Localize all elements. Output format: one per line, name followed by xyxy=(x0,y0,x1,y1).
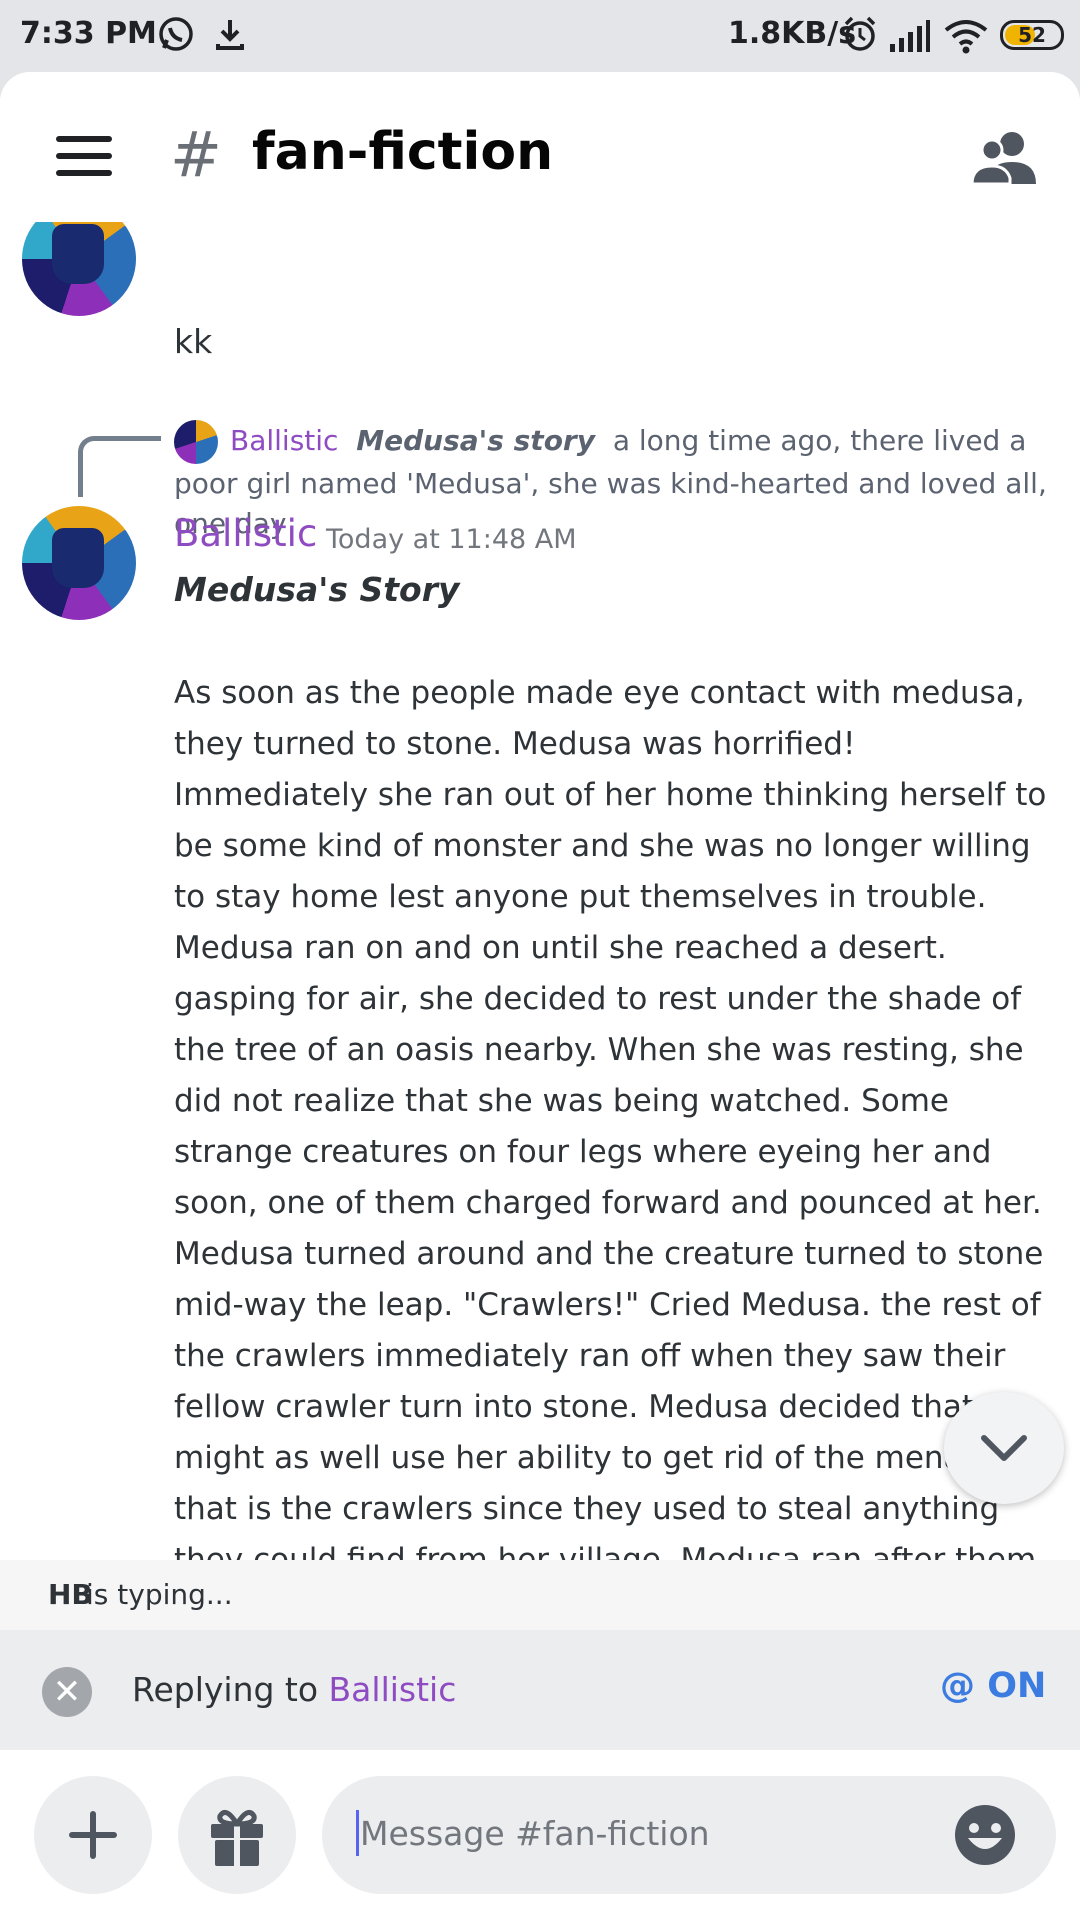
avatar xyxy=(174,420,218,464)
gift-icon xyxy=(211,1809,263,1866)
whatsapp-icon xyxy=(156,14,196,62)
message-author[interactable]: Ballistic xyxy=(174,512,317,555)
signal-icon xyxy=(888,20,930,60)
message-title: Medusa's Story xyxy=(174,570,460,609)
close-icon: ✕ xyxy=(52,1672,82,1712)
mention-state: ON xyxy=(987,1666,1047,1706)
chat-panel: # fan-fiction kk Ballistic Medusa's stor… xyxy=(0,72,1080,1920)
message-list[interactable]: kk Ballistic Medusa's story a long time … xyxy=(0,222,1080,1630)
menu-icon[interactable] xyxy=(56,136,112,176)
chevron-down-icon xyxy=(981,1435,1027,1461)
emoji-button[interactable] xyxy=(952,1802,1018,1872)
avatar[interactable] xyxy=(22,222,136,316)
wifi-icon xyxy=(944,18,988,62)
add-attachment-button[interactable] xyxy=(34,1776,152,1894)
text-caret xyxy=(356,1810,359,1856)
message-text: kk xyxy=(174,322,213,361)
replying-to-label: Replying to Ballistic xyxy=(132,1670,456,1709)
battery-icon: 52 xyxy=(1000,20,1064,50)
channel-title: fan-fiction xyxy=(252,122,554,182)
replying-target: Ballistic xyxy=(328,1670,457,1709)
avatar[interactable] xyxy=(22,506,136,620)
download-icon xyxy=(212,14,248,62)
emoji-icon xyxy=(955,1805,1015,1865)
replying-prefix: Replying to xyxy=(132,1670,329,1709)
channel-hash-icon: # xyxy=(170,118,222,191)
message-input[interactable]: Message #fan-fiction xyxy=(322,1776,1056,1894)
message-body: As soon as the people made eye contact w… xyxy=(174,675,1047,1629)
at-icon: @ xyxy=(940,1666,975,1706)
message-composer: Message #fan-fiction xyxy=(0,1750,1080,1920)
members-icon[interactable] xyxy=(970,130,1038,190)
message-timestamp: Today at 11:48 AM xyxy=(326,524,577,555)
reply-connector xyxy=(78,436,161,497)
reply-author: Ballistic xyxy=(230,424,339,457)
typing-text: is typing... xyxy=(86,1578,233,1611)
status-time: 7:33 PM xyxy=(20,16,157,51)
scroll-to-bottom-button[interactable] xyxy=(944,1392,1064,1504)
network-speed: 1.8KB/s xyxy=(728,16,857,51)
alarm-icon xyxy=(842,14,878,62)
close-reply-button[interactable]: ✕ xyxy=(42,1667,92,1717)
typing-indicator: HB is typing... xyxy=(0,1560,1080,1630)
reply-title: Medusa's story xyxy=(356,424,595,457)
channel-header: # fan-fiction xyxy=(0,72,1080,222)
reply-bar: ✕ Replying to Ballistic @ ON xyxy=(0,1630,1080,1750)
mention-toggle[interactable]: @ ON xyxy=(940,1666,1046,1706)
gift-button[interactable] xyxy=(178,1776,296,1894)
battery-level: 52 xyxy=(1018,23,1046,47)
message-placeholder: Message #fan-fiction xyxy=(360,1814,710,1853)
status-bar: 7:33 PM 1.8KB/s 52 xyxy=(0,0,1080,72)
plus-icon xyxy=(69,1811,117,1859)
